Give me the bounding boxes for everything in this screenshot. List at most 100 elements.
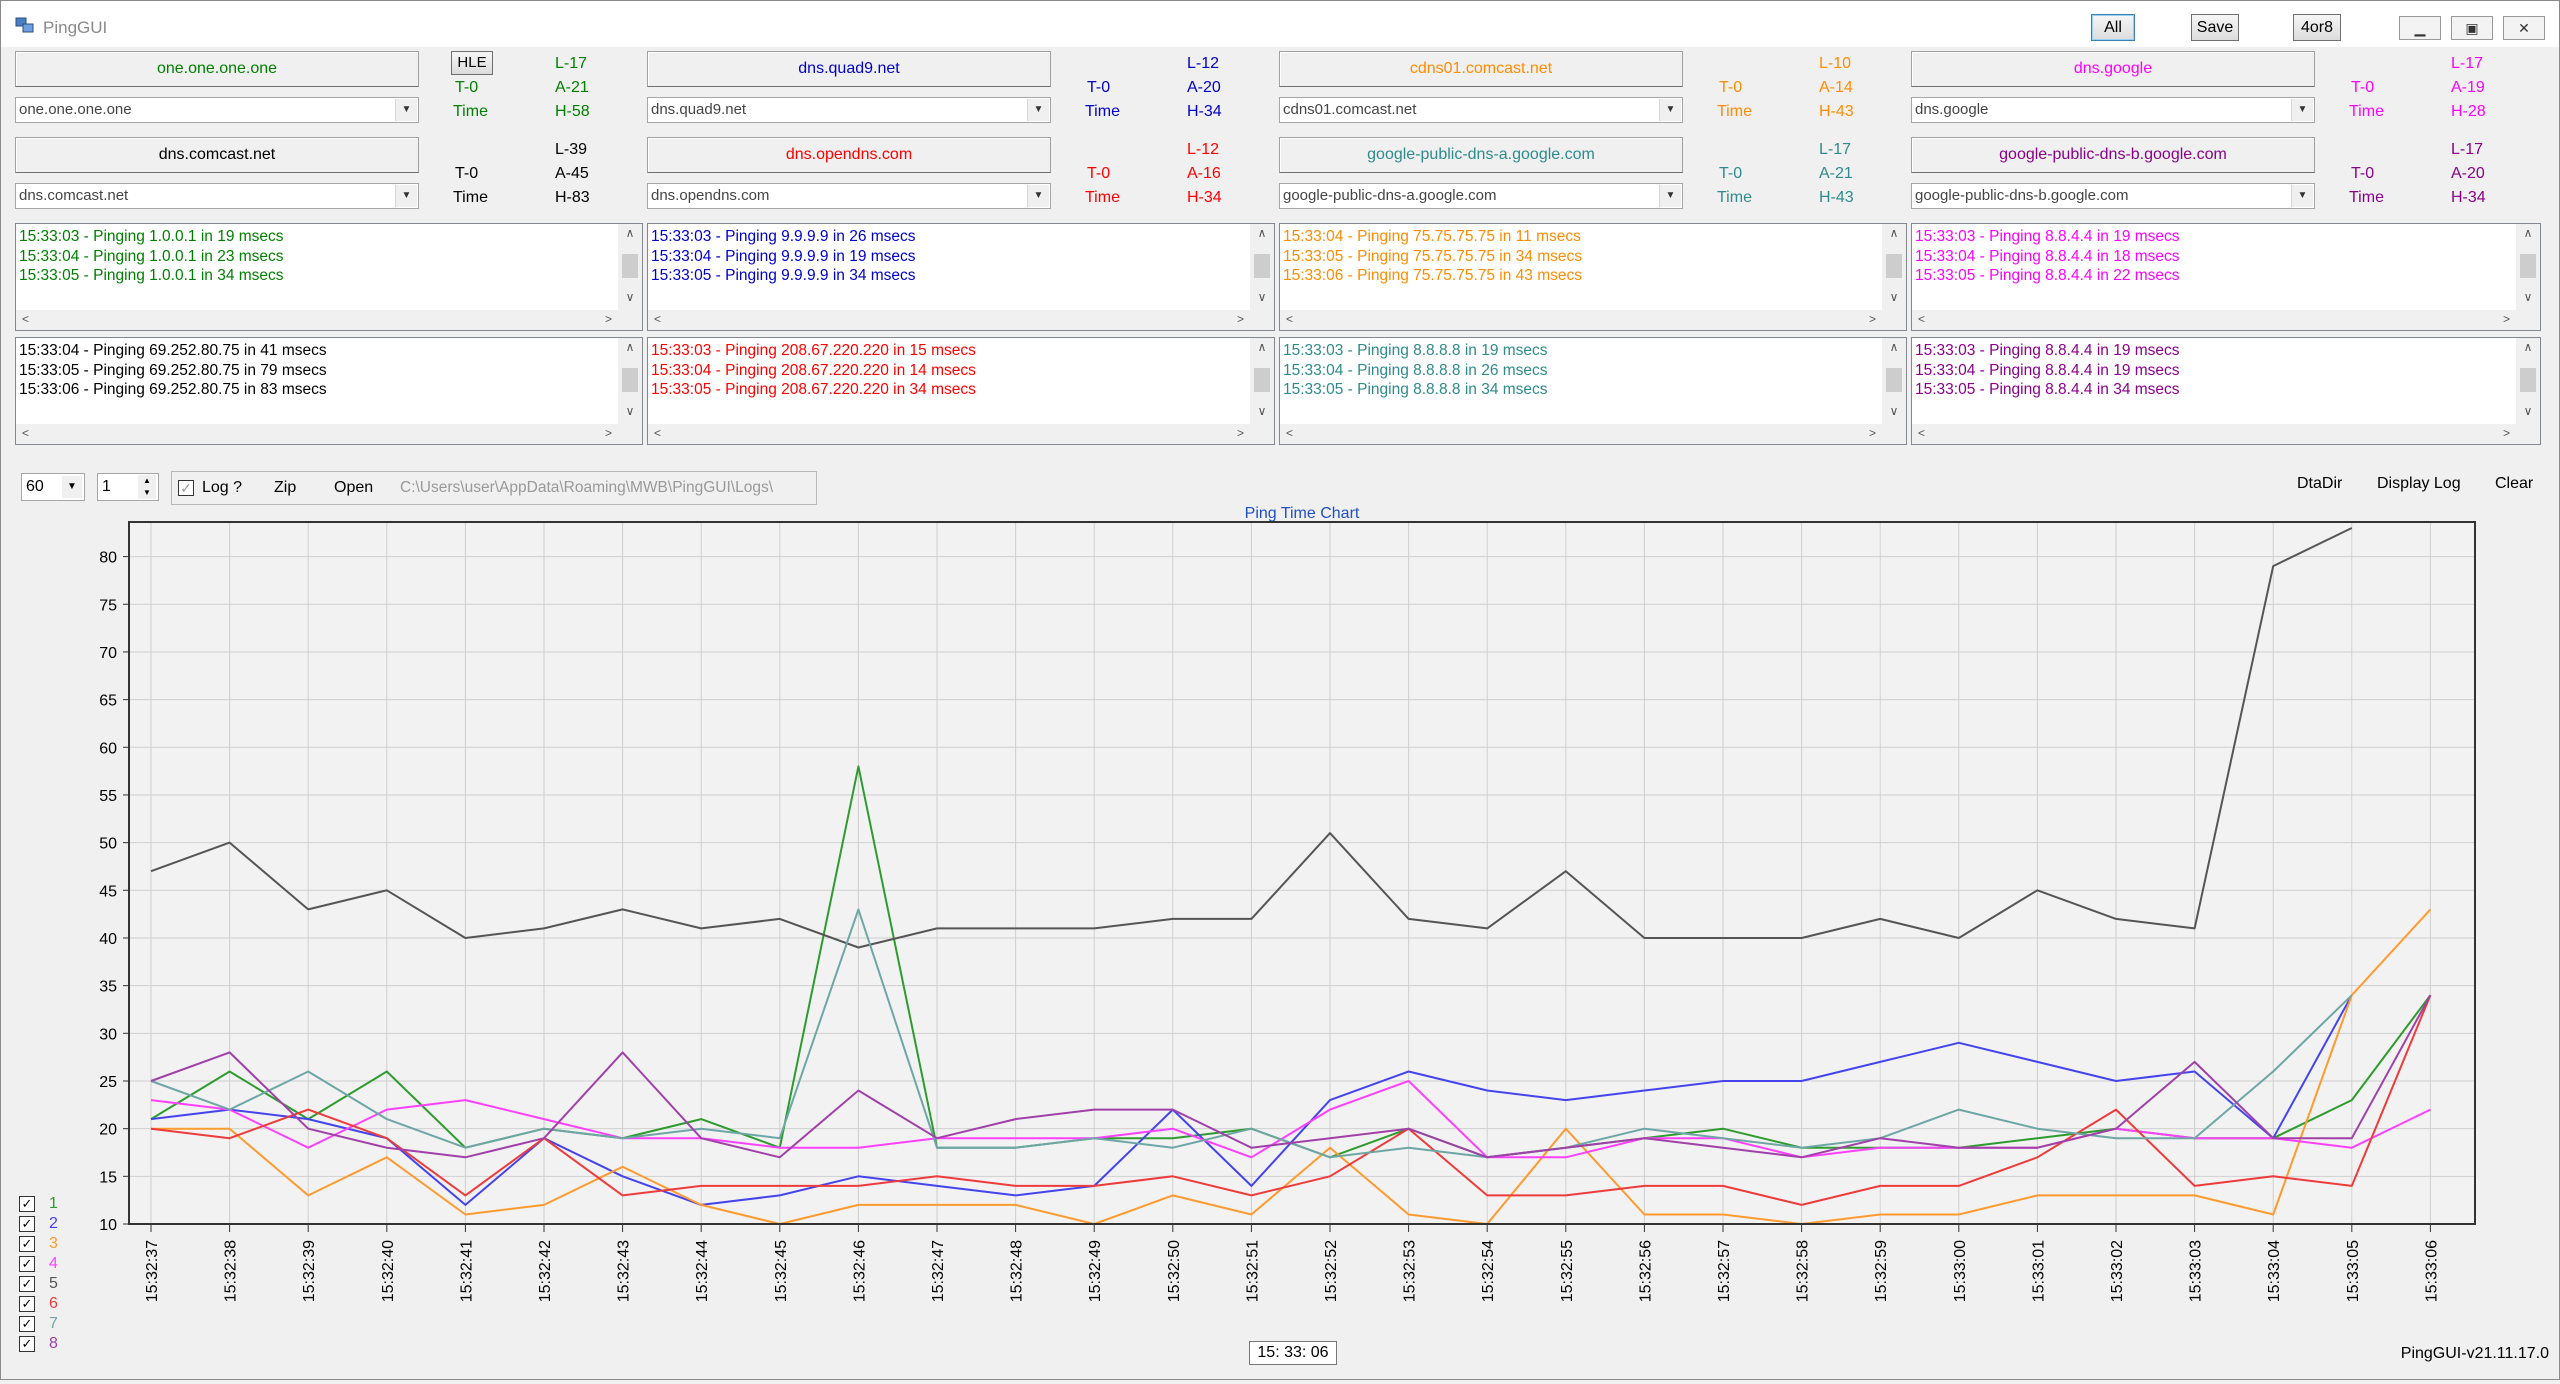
dtadir-button[interactable]: DtaDir (2297, 475, 2342, 493)
scroll-down-icon[interactable]: ∨ (1882, 404, 1906, 418)
step-spinner[interactable]: 1 ▲ ▼ (97, 473, 159, 501)
ping-log-box[interactable]: 15:33:03 - Pinging 1.0.0.1 in 19 msecs15… (15, 223, 643, 331)
legend-checkbox[interactable]: ✓ (19, 1236, 35, 1252)
host-combo[interactable]: dns.google▼ (1911, 97, 2315, 123)
scroll-left-icon[interactable]: < (1918, 426, 1925, 440)
log-vertical-scrollbar[interactable]: ∧ ∨ (1882, 338, 1906, 426)
scroll-thumb[interactable] (622, 368, 638, 392)
host-title[interactable]: cdns01.comcast.net (1279, 51, 1683, 87)
scroll-thumb[interactable] (2520, 254, 2536, 278)
legend-checkbox[interactable]: ✓ (19, 1276, 35, 1292)
all-button[interactable]: All (2091, 14, 2135, 41)
legend-checkbox[interactable]: ✓ (19, 1296, 35, 1312)
hle-button[interactable]: HLE (451, 51, 493, 75)
scroll-down-icon[interactable]: ∨ (618, 290, 642, 304)
log-horizontal-scrollbar[interactable]: < > (1912, 424, 2540, 444)
scroll-down-icon[interactable]: ∨ (2516, 404, 2540, 418)
log-vertical-scrollbar[interactable]: ∧ ∨ (1250, 338, 1274, 426)
chevron-down-icon[interactable]: ▼ (1659, 99, 1681, 121)
chevron-down-icon[interactable]: ▼ (62, 476, 82, 498)
chevron-down-icon[interactable]: ▼ (1659, 185, 1681, 207)
scroll-down-icon[interactable]: ∨ (1250, 404, 1274, 418)
scroll-right-icon[interactable]: > (605, 312, 612, 326)
log-checkbox[interactable]: ✓ (178, 480, 194, 496)
four-or-eight-button[interactable]: 4or8 (2293, 14, 2341, 41)
scroll-left-icon[interactable]: < (654, 312, 661, 326)
scroll-thumb[interactable] (1254, 254, 1270, 278)
legend-checkbox[interactable]: ✓ (19, 1216, 35, 1232)
log-horizontal-scrollbar[interactable]: < > (1280, 310, 1906, 330)
scroll-right-icon[interactable]: > (1237, 312, 1244, 326)
log-vertical-scrollbar[interactable]: ∧ ∨ (1250, 224, 1274, 312)
scroll-down-icon[interactable]: ∨ (618, 404, 642, 418)
chevron-down-icon[interactable]: ▼ (395, 185, 417, 207)
log-vertical-scrollbar[interactable]: ∧ ∨ (618, 338, 642, 426)
scroll-right-icon[interactable]: > (605, 426, 612, 440)
chevron-down-icon[interactable]: ▼ (2291, 185, 2313, 207)
legend-checkbox[interactable]: ✓ (19, 1196, 35, 1212)
scroll-left-icon[interactable]: < (22, 312, 29, 326)
scroll-thumb[interactable] (2520, 368, 2536, 392)
scroll-thumb[interactable] (622, 254, 638, 278)
scroll-right-icon[interactable]: > (2503, 312, 2510, 326)
ping-log-box[interactable]: 15:33:03 - Pinging 208.67.220.220 in 15 … (647, 337, 1275, 445)
log-horizontal-scrollbar[interactable]: < > (16, 424, 642, 444)
scroll-left-icon[interactable]: < (1286, 426, 1293, 440)
chevron-down-icon[interactable]: ▼ (1027, 99, 1049, 121)
scroll-right-icon[interactable]: > (2503, 426, 2510, 440)
scroll-thumb[interactable] (1886, 254, 1902, 278)
host-title[interactable]: dns.google (1911, 51, 2315, 87)
ping-log-box[interactable]: 15:33:04 - Pinging 69.252.80.75 in 41 ms… (15, 337, 643, 445)
scroll-thumb[interactable] (1886, 368, 1902, 392)
host-combo[interactable]: one.one.one.one▼ (15, 97, 419, 123)
spin-down-icon[interactable]: ▼ (138, 487, 156, 499)
log-horizontal-scrollbar[interactable]: < > (1280, 424, 1906, 444)
log-horizontal-scrollbar[interactable]: < > (16, 310, 642, 330)
open-button[interactable]: Open (334, 472, 373, 504)
spin-up-icon[interactable]: ▲ (138, 475, 156, 487)
chevron-down-icon[interactable]: ▼ (2291, 99, 2313, 121)
minimize-icon[interactable]: ▁ (2399, 16, 2441, 40)
host-title[interactable]: google-public-dns-a.google.com (1279, 137, 1683, 173)
scroll-up-icon[interactable]: ∧ (1882, 340, 1906, 354)
host-title[interactable]: dns.comcast.net (15, 137, 419, 173)
scroll-right-icon[interactable]: > (1869, 312, 1876, 326)
log-horizontal-scrollbar[interactable]: < > (648, 310, 1274, 330)
host-combo[interactable]: google-public-dns-b.google.com▼ (1911, 183, 2315, 209)
scroll-up-icon[interactable]: ∧ (1250, 340, 1274, 354)
save-button[interactable]: Save (2191, 14, 2239, 41)
clear-button[interactable]: Clear (2495, 475, 2533, 493)
ping-log-box[interactable]: 15:33:04 - Pinging 75.75.75.75 in 11 mse… (1279, 223, 1907, 331)
host-combo[interactable]: dns.quad9.net▼ (647, 97, 1051, 123)
legend-checkbox[interactable]: ✓ (19, 1336, 35, 1352)
chevron-down-icon[interactable]: ▼ (1027, 185, 1049, 207)
zip-button[interactable]: Zip (274, 472, 296, 504)
ping-log-box[interactable]: 15:33:03 - Pinging 8.8.4.4 in 19 msecs15… (1911, 337, 2541, 445)
scroll-up-icon[interactable]: ∧ (2516, 340, 2540, 354)
scroll-left-icon[interactable]: < (22, 426, 29, 440)
scroll-up-icon[interactable]: ∧ (2516, 226, 2540, 240)
restore-icon[interactable]: ▣ (2451, 16, 2493, 40)
scroll-down-icon[interactable]: ∨ (1250, 290, 1274, 304)
chevron-down-icon[interactable]: ▼ (395, 99, 417, 121)
log-horizontal-scrollbar[interactable]: < > (1912, 310, 2540, 330)
scroll-right-icon[interactable]: > (1237, 426, 1244, 440)
host-combo[interactable]: dns.comcast.net▼ (15, 183, 419, 209)
scroll-down-icon[interactable]: ∨ (2516, 290, 2540, 304)
scroll-up-icon[interactable]: ∧ (1882, 226, 1906, 240)
log-vertical-scrollbar[interactable]: ∧ ∨ (2516, 338, 2540, 426)
scroll-thumb[interactable] (1254, 368, 1270, 392)
scroll-left-icon[interactable]: < (1286, 312, 1293, 326)
scroll-up-icon[interactable]: ∧ (618, 226, 642, 240)
display-log-button[interactable]: Display Log (2377, 475, 2461, 493)
host-title[interactable]: google-public-dns-b.google.com (1911, 137, 2315, 173)
host-title[interactable]: dns.quad9.net (647, 51, 1051, 87)
close-icon[interactable]: ✕ (2503, 16, 2545, 40)
legend-checkbox[interactable]: ✓ (19, 1256, 35, 1272)
interval-select[interactable]: 60 ▼ (21, 473, 85, 501)
log-horizontal-scrollbar[interactable]: < > (648, 424, 1274, 444)
host-combo[interactable]: google-public-dns-a.google.com▼ (1279, 183, 1683, 209)
scroll-up-icon[interactable]: ∧ (1250, 226, 1274, 240)
scroll-left-icon[interactable]: < (1918, 312, 1925, 326)
host-combo[interactable]: cdns01.comcast.net▼ (1279, 97, 1683, 123)
